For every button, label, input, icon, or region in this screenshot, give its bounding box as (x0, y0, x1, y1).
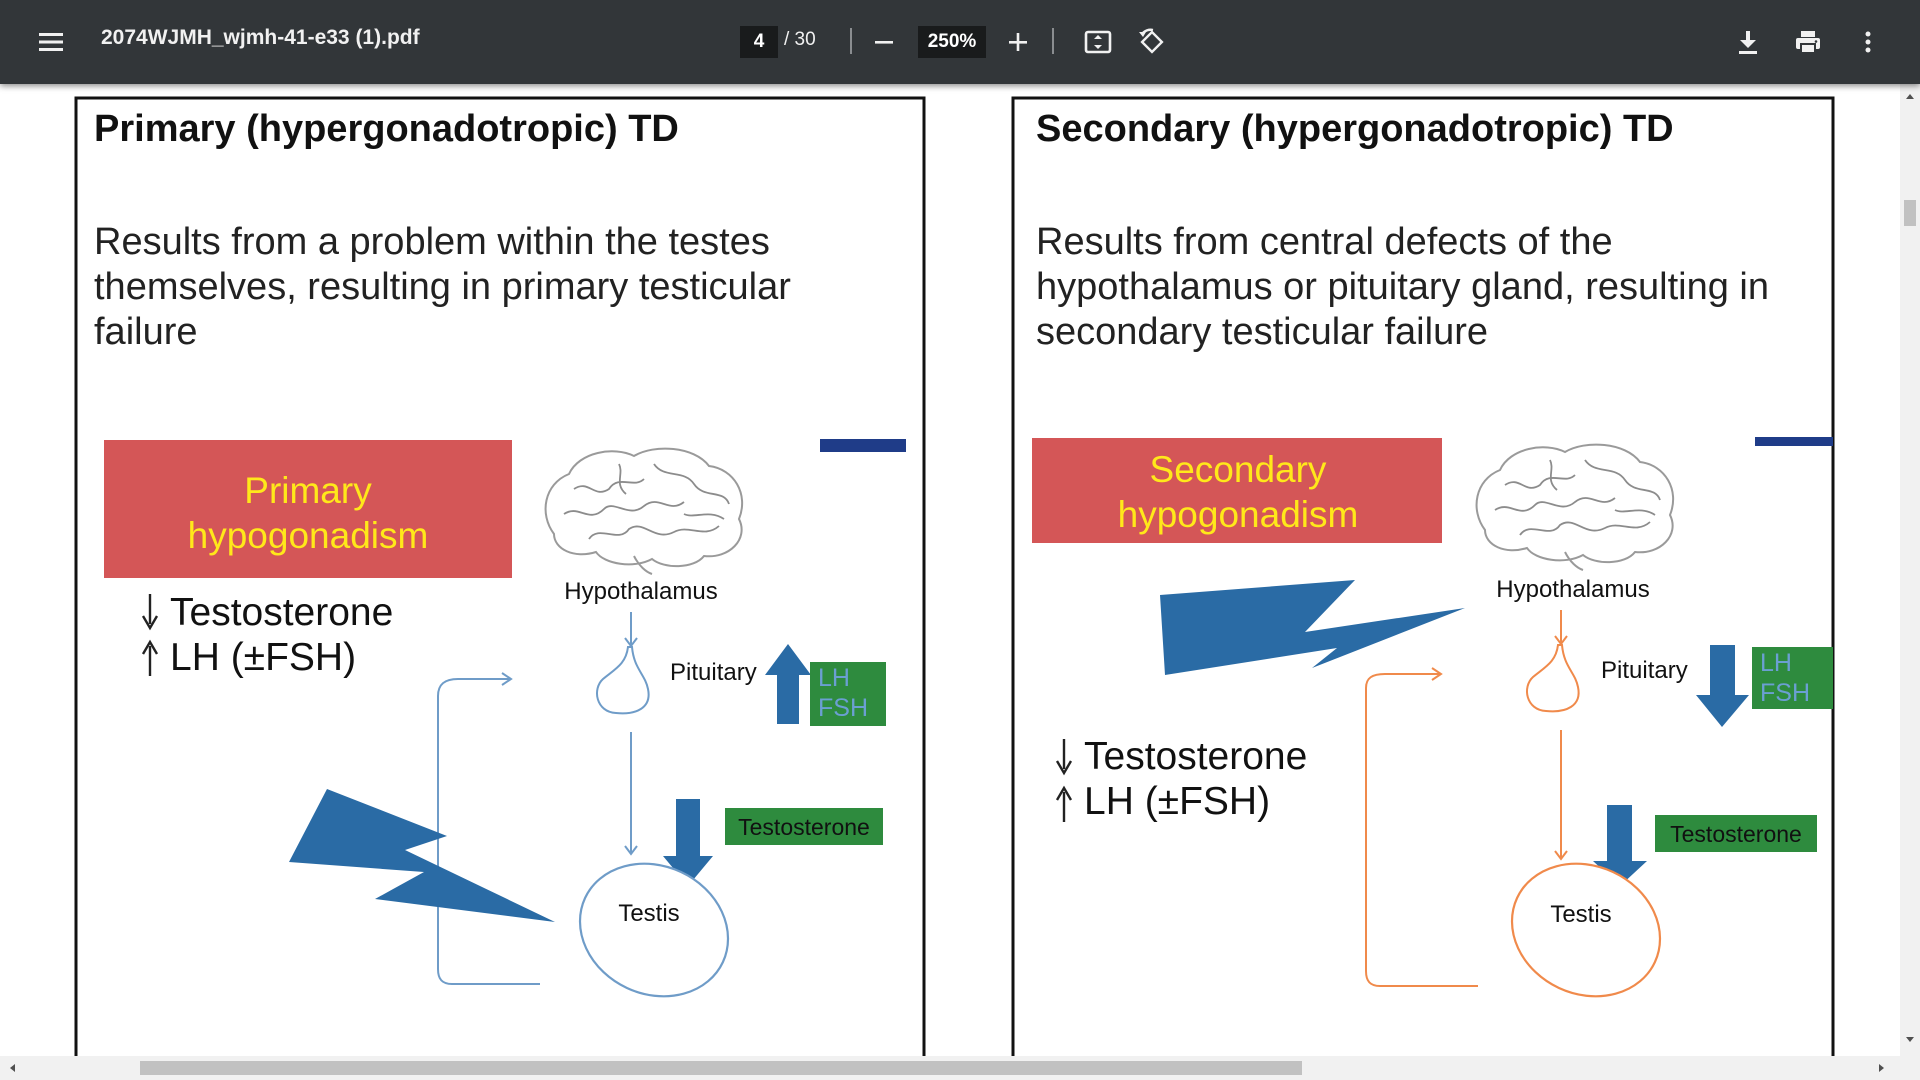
secondary-feedback-loop (1365, 673, 1478, 987)
hamburger-menu-icon (39, 33, 63, 51)
primary-feedback-loop (437, 678, 540, 985)
primary-description-line: themselves, resulting in primary testicu… (94, 266, 791, 308)
secondary-lightning-icon (1160, 580, 1465, 675)
primary-effect-testosterone: Testosterone (170, 591, 393, 634)
secondary-heading: Secondary (hypergonadotropic) TD (1036, 108, 1674, 150)
navy-bar (820, 439, 906, 452)
zoom-in-button[interactable] (998, 22, 1038, 62)
decrease-arrow-icon (1055, 739, 1073, 776)
page-number-input[interactable]: 4 (740, 26, 778, 58)
zoom-level-input[interactable]: 250% (918, 26, 986, 58)
toolbar-divider (850, 28, 852, 54)
zoom-out-button[interactable] (864, 22, 904, 62)
primary-hypothalamus-label: Hypothalamus (564, 578, 717, 605)
secondary-pituitary-label: Pituitary (1601, 657, 1688, 684)
fit-to-page-button[interactable] (1076, 20, 1120, 64)
primary-fsh-label: FSH (818, 694, 868, 722)
pdf-viewer[interactable]: Primary (hypergonadotropic) TD Results f… (0, 84, 1900, 1056)
document-title: 2074WJMH_wjmh-41-e33 (1).pdf (101, 26, 420, 49)
scroll-down-icon[interactable] (1902, 1032, 1918, 1048)
primary-effect-lh: LH (±FSH) (170, 636, 356, 679)
vertical-scroll-thumb[interactable] (1904, 200, 1916, 226)
primary-brain-icon (544, 447, 744, 575)
primary-description-line: failure (94, 311, 198, 353)
primary-label-line: Primary (244, 470, 372, 511)
secondary-effect-testosterone: Testosterone (1084, 735, 1307, 778)
secondary-testis-shape (1510, 862, 1662, 998)
primary-lh-increase-arrow-icon (765, 644, 811, 724)
navy-bar (1755, 437, 1833, 446)
print-icon (1796, 31, 1820, 54)
secondary-brain-icon (1475, 443, 1675, 571)
secondary-description-line: Results from central defects of the (1036, 221, 1613, 263)
menu-button[interactable] (26, 22, 76, 62)
minus-icon (875, 41, 893, 44)
fit-to-page-icon (1084, 30, 1112, 54)
primary-testis-label: Testis (618, 900, 679, 927)
secondary-lh-label: LH (1760, 649, 1792, 677)
rotate-icon (1139, 28, 1164, 54)
secondary-fsh-label: FSH (1760, 679, 1810, 707)
increase-arrow-icon (141, 639, 159, 676)
increase-arrow-icon (1055, 785, 1073, 822)
secondary-lh-decrease-arrow-icon (1696, 645, 1749, 727)
page-total: / 30 (784, 29, 816, 50)
rotate-button[interactable] (1130, 20, 1174, 64)
more-vertical-icon (1865, 31, 1871, 53)
secondary-description-line: hypothalamus or pituitary gland, resulti… (1036, 266, 1769, 308)
secondary-testis-label: Testis (1550, 901, 1611, 928)
secondary-pituitary-shape (1526, 644, 1580, 713)
horizontal-scroll-thumb[interactable] (140, 1061, 1302, 1075)
primary-heading: Primary (hypergonadotropic) TD (94, 108, 679, 150)
download-button[interactable] (1726, 20, 1770, 64)
secondary-hypothalamus-label: Hypothalamus (1496, 576, 1649, 603)
primary-pituitary-shape (596, 646, 650, 715)
decrease-arrow-icon (141, 594, 159, 631)
scroll-up-icon[interactable] (1902, 88, 1918, 104)
pdf-toolbar: 2074WJMH_wjmh-41-e33 (1).pdf 4 / 30 250% (0, 0, 1920, 84)
vertical-scrollbar[interactable] (1900, 84, 1920, 1056)
download-icon (1739, 31, 1757, 54)
primary-lightning-icon (289, 789, 555, 922)
secondary-effect-lh: LH (±FSH) (1084, 780, 1270, 823)
scroll-left-icon[interactable] (4, 1060, 20, 1076)
secondary-testosterone-badge-label: Testosterone (1670, 821, 1802, 847)
primary-pituitary-label: Pituitary (670, 659, 757, 686)
more-options-button[interactable] (1846, 20, 1890, 64)
plus-icon (1009, 33, 1027, 51)
scroll-right-icon[interactable] (1874, 1060, 1890, 1076)
horizontal-scrollbar[interactable] (0, 1056, 1920, 1080)
toolbar-divider (1052, 28, 1054, 54)
secondary-label-line: hypogonadism (1118, 494, 1359, 535)
secondary-description-line: secondary testicular failure (1036, 311, 1488, 353)
pdf-page: Primary (hypergonadotropic) TD Results f… (74, 96, 1835, 1056)
primary-lh-label: LH (818, 664, 850, 692)
primary-label-line: hypogonadism (188, 515, 429, 556)
primary-testis-shape (578, 862, 730, 998)
secondary-label-line: Secondary (1150, 449, 1327, 490)
primary-description-line: Results from a problem within the testes (94, 221, 770, 263)
print-button[interactable] (1786, 20, 1830, 64)
primary-testosterone-badge-label: Testosterone (738, 814, 870, 840)
